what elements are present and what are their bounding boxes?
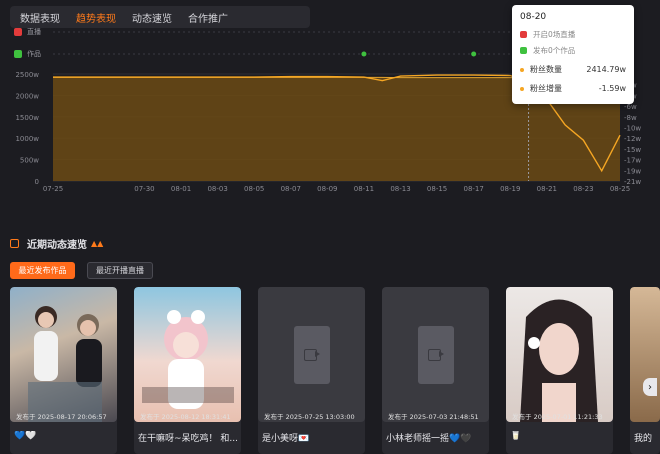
people-photo-icon — [28, 306, 102, 422]
card-date: 发布于 2025-08-12 18:31:41 — [140, 413, 231, 421]
x-axis-tick-label: 07-30 — [134, 185, 154, 193]
work-marker-dot — [361, 51, 367, 57]
section-title: 近期动态速览 ▲▲ — [10, 236, 103, 251]
x-axis-tick-label: 08-17 — [464, 185, 484, 193]
work-thumbnail[interactable]: 发布于 2025-07-03 21:48:51 — [382, 287, 489, 422]
x-axis-tick-label: 08-01 — [171, 185, 191, 193]
right-axis-tick-label: -10w — [624, 125, 641, 133]
fans-dot-icon — [520, 67, 524, 72]
tooltip-live-row: 开启0场直播 — [520, 29, 626, 40]
section-title-text: 近期动态速览 — [27, 240, 87, 251]
work-card[interactable]: 我的 — [630, 287, 660, 454]
right-axis-tick-label: -8w — [624, 114, 637, 122]
x-axis-tick-label: 08-07 — [281, 185, 301, 193]
left-axis-tick-label: 1000w — [15, 135, 39, 143]
tooltip-delta-label: 粉丝增量 — [530, 84, 562, 93]
work-marker-dot — [471, 51, 477, 57]
left-axis-tick-label: 2500w — [15, 71, 39, 79]
work-card[interactable]: 发布于 2025-08-12 18:31:41 在干嘛呀~呆吃鸡！ 和... — [134, 287, 241, 454]
work-thumbnail[interactable]: 发布于 2025-08-12 18:31:41 — [134, 287, 241, 422]
right-axis-tick-label: -15w — [624, 146, 641, 154]
x-axis-tick-label: 08-19 — [500, 185, 520, 193]
card-date: 发布于 2025-08-17 20:06:57 — [16, 413, 107, 421]
x-axis-tick-label: 08-13 — [390, 185, 410, 193]
card-date: 发布于 2025-07-03 21:48:51 — [388, 413, 479, 421]
x-axis-tick-label: 08-25 — [610, 185, 630, 193]
work-card[interactable]: 发布于 2025-08-17 20:06:57 💙🤍 — [10, 287, 117, 454]
tooltip-delta-row: 粉丝增量 -1.59w — [520, 83, 626, 94]
x-axis-tick-label: 08-21 — [537, 185, 557, 193]
right-axis-tick-label: -17w — [624, 157, 641, 165]
cosplay-photo-icon — [142, 310, 234, 409]
right-axis-tick-label: -19w — [624, 167, 641, 175]
work-thumbnail[interactable]: 发布于 2025-07-01 11:21:33 — [506, 287, 613, 422]
right-axis-tick-label: -6w — [624, 103, 637, 111]
recent-live-button[interactable]: 最近开播直播 — [87, 262, 153, 279]
works-icon — [520, 47, 527, 54]
portrait-photo-icon — [520, 299, 598, 422]
card-caption: 💙🤍 — [14, 431, 37, 441]
x-axis-tick-label: 08-09 — [317, 185, 337, 193]
card-caption: 小林老师摇一摇💙🖤 — [386, 434, 472, 444]
left-axis-tick-label: 1500w — [15, 114, 39, 122]
work-card[interactable]: 发布于 2025-07-03 21:48:51 小林老师摇一摇💙🖤 — [382, 287, 489, 454]
work-thumbnail[interactable]: 发布于 2025-08-17 20:06:57 — [10, 287, 117, 422]
tooltip-fans-label: 粉丝数量 — [530, 65, 562, 74]
fire-icon: ▲▲ — [91, 239, 104, 248]
card-caption: 在干嘛呀~呆吃鸡！ 和... — [138, 434, 238, 444]
x-axis-tick-label: 08-23 — [573, 185, 593, 193]
next-arrow-icon[interactable]: › — [643, 378, 657, 396]
work-thumbnail[interactable] — [630, 287, 660, 422]
card-caption: 是小美呀💌 — [262, 434, 310, 444]
card-caption: 我的 — [634, 434, 653, 444]
work-card[interactable]: 发布于 2025-07-01 11:21:33 🥛 — [506, 287, 613, 454]
right-axis-tick-label: -12w — [624, 135, 641, 143]
x-axis-tick-label: 08-15 — [427, 185, 447, 193]
video-placeholder-icon — [417, 325, 454, 384]
video-placeholder-icon — [293, 325, 330, 384]
card-date: 发布于 2025-07-25 13:03:00 — [264, 413, 355, 421]
dynamics-icon — [10, 239, 19, 248]
delta-dot-icon — [520, 86, 524, 91]
tooltip-fans-value: 2414.79w — [586, 65, 626, 74]
left-axis-tick-label: 0 — [35, 178, 39, 186]
tooltip-works-text: 发布0个作品 — [533, 46, 576, 55]
card-date: 发布于 2025-07-01 11:21:33 — [512, 413, 603, 421]
x-axis-tick-label: 08-11 — [354, 185, 374, 193]
live-icon — [520, 31, 527, 38]
tooltip-fans-row: 粉丝数量 2414.79w — [520, 64, 626, 75]
left-axis-tick-label: 2000w — [15, 92, 39, 100]
recent-works-button[interactable]: 最近发布作品 — [10, 262, 75, 279]
card-caption: 🥛 — [510, 431, 522, 441]
work-thumbnail[interactable]: 发布于 2025-07-25 13:03:00 — [258, 287, 365, 422]
tooltip-live-text: 开启0场直播 — [533, 30, 576, 39]
x-axis-tick-label: 08-05 — [244, 185, 264, 193]
work-card[interactable]: 发布于 2025-07-25 13:03:00 是小美呀💌 — [258, 287, 365, 454]
tooltip-date: 08-20 — [520, 12, 547, 22]
left-axis-tick-label: 500w — [20, 157, 39, 165]
x-axis-tick-label: 07-25 — [43, 185, 63, 193]
tooltip-works-row: 发布0个作品 — [520, 45, 626, 56]
tooltip-delta-value: -1.59w — [598, 84, 626, 93]
x-axis-tick-label: 08-03 — [207, 185, 227, 193]
chart-tooltip: 08-20 开启0场直播 发布0个作品 粉丝数量 2414.79w 粉丝增量 -… — [512, 5, 634, 104]
